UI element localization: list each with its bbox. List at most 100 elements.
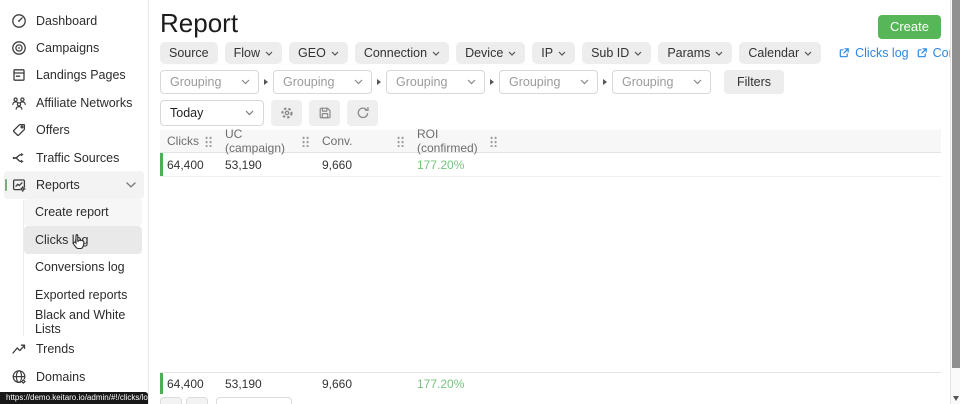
campaigns-target-icon [10,40,27,57]
filter-button-source[interactable]: Source [160,42,218,64]
filter-label: Device [465,46,503,60]
filter-row: Source Flow GEO Connection Device IP Sub… [160,42,960,64]
table-summary-row: 64,400 53,190 9,660 177.20% [160,372,941,394]
chevron-down-icon [580,79,589,85]
filter-button-ip[interactable]: IP [532,42,575,64]
chevron-down-icon [467,79,476,85]
column-header-empty [503,130,941,152]
filter-label: Params [667,46,710,60]
domains-icon [10,368,27,385]
landing-pages-icon [10,67,27,84]
column-header-conv[interactable]: Conv. [315,130,410,152]
cell-clicks: 64,400 [160,158,218,172]
create-button[interactable]: Create [878,15,941,39]
sidebar-item-label: Traffic Sources [36,151,119,165]
select-placeholder: Grouping [170,75,221,89]
report-table: Clicks UC (campaign) Conv. ROI (confirme… [160,130,941,394]
sidebar-item-traffic-sources[interactable]: Traffic Sources [0,144,148,171]
drag-handle-icon[interactable] [396,135,404,147]
chevron-down-icon [804,51,812,56]
report-settings-button[interactable] [271,100,302,126]
save-report-button[interactable] [309,100,340,126]
sidebar-subitem-create-report[interactable]: Create report [24,199,142,226]
sidebar-item-label: Trends [36,342,74,356]
sidebar-item-reports[interactable]: Reports [4,171,144,198]
sidebar-subitem-conversions-log[interactable]: Conversions log [24,254,142,281]
page-title: Report [160,7,238,39]
vertical-scrollbar[interactable] [950,0,960,404]
summary-conv: 9,660 [315,377,410,391]
grouping-select-2[interactable]: Grouping [273,70,372,94]
subitem-label: Create report [35,205,109,219]
subitem-label: Exported reports [35,288,127,302]
filter-button-flow[interactable]: Flow [225,42,282,64]
filter-label: Source [169,46,209,60]
date-range-select[interactable]: Today [160,100,264,126]
sidebar-subitem-black-white-lists[interactable]: Black and White Lists [24,308,142,335]
grouping-select-4[interactable]: Grouping [499,70,598,94]
main-content: Report Create Source Flow GEO Connection… [150,0,950,404]
select-placeholder: Grouping [283,75,334,89]
filters-button[interactable]: Filters [724,70,784,94]
link-label: Clicks log [855,46,909,60]
sidebar-item-dashboard[interactable]: Dashboard [0,7,148,34]
drag-handle-icon[interactable] [489,135,497,147]
sidebar-item-trends[interactable]: Trends [0,336,148,363]
trends-icon [10,341,27,358]
filter-button-calendar[interactable]: Calendar [739,42,821,64]
pagination-prev-button[interactable] [160,397,182,404]
page-size-select[interactable] [216,397,292,404]
chevron-down-icon [508,51,516,56]
sidebar-item-offers[interactable]: Offers [0,117,148,144]
sidebar-item-domains[interactable]: Domains [0,363,148,390]
chevron-down-icon [634,51,642,56]
filter-button-params[interactable]: Params [658,42,732,64]
column-label: ROI (confirmed) [417,127,489,155]
chevron-down-icon [693,79,702,85]
filter-button-geo[interactable]: GEO [289,42,348,64]
sidebar: Dashboard Campaigns Landings Pages [0,0,149,404]
filter-button-sub-id[interactable]: Sub ID [582,42,651,64]
clicks-log-link[interactable]: Clicks log [838,46,909,60]
drag-handle-icon[interactable] [204,135,212,147]
filter-label: Calendar [748,46,799,60]
dashboard-icon [10,12,27,29]
pagination-next-button[interactable] [186,397,208,404]
grouping-select-1[interactable]: Grouping [160,70,259,94]
column-header-uc-campaign[interactable]: UC (campaign) [218,130,315,152]
refresh-report-button[interactable] [347,100,378,126]
sidebar-nav: Dashboard Campaigns Landings Pages [0,7,148,390]
chevron-down-icon [245,110,254,116]
arrow-separator-icon [603,79,607,85]
scrollbar-thumb[interactable] [952,0,960,368]
traffic-sources-icon [10,149,27,166]
sidebar-subitem-exported-reports[interactable]: Exported reports [24,281,142,308]
sidebar-item-landings-pages[interactable]: Landings Pages [0,62,148,89]
grouping-select-5[interactable]: Grouping [612,70,711,94]
select-placeholder: Grouping [509,75,560,89]
sidebar-item-affiliate-networks[interactable]: Affiliate Networks [0,89,148,116]
cell-conv: 9,660 [315,158,410,172]
filter-button-connection[interactable]: Connection [355,42,449,64]
filter-label: IP [541,46,553,60]
refresh-icon [355,105,371,121]
column-header-clicks[interactable]: Clicks [160,130,218,152]
drag-handle-icon[interactable] [301,135,309,147]
scrollbar-down-arrow-icon[interactable] [953,396,959,401]
grouping-select-3[interactable]: Grouping [386,70,485,94]
external-link-icon [838,47,850,59]
filter-label: Flow [234,46,260,60]
cell-uc-campaign: 53,190 [218,158,315,172]
filter-label: Connection [364,46,427,60]
filter-button-device[interactable]: Device [456,42,525,64]
arrow-separator-icon [490,79,494,85]
sidebar-item-label: Dashboard [36,14,97,28]
column-header-roi-confirmed[interactable]: ROI (confirmed) [410,130,503,152]
chevron-down-icon [432,51,440,56]
cell-roi: 177.20% [410,158,503,172]
table-row[interactable]: 64,400 53,190 9,660 177.20% [160,153,941,177]
reports-icon [10,177,27,194]
sidebar-item-campaigns[interactable]: Campaigns [0,34,148,61]
select-placeholder: Grouping [622,75,673,89]
table-header-row: Clicks UC (campaign) Conv. ROI (confirme… [160,130,941,153]
